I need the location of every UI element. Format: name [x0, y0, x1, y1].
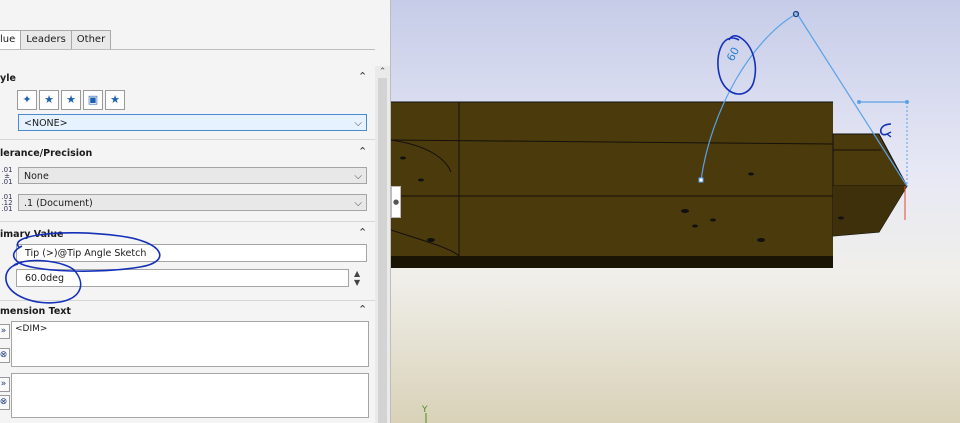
- y-axis-label: Y: [422, 405, 428, 415]
- markup-oval-name: [12, 232, 161, 272]
- part-body: [391, 102, 833, 268]
- markup-oval-value: [5, 259, 82, 304]
- angle-dimension-text[interactable]: 60: [724, 45, 742, 63]
- part-tip-lower: [833, 186, 907, 236]
- graphics-area[interactable]: 60 Y: [391, 0, 960, 423]
- part-bottom-edge: [391, 256, 833, 268]
- property-manager-panel: lue Leaders Other yle ⌃ ✦ ★ ★ ▣ ★ <NONE>…: [0, 0, 391, 423]
- model-view: 60: [391, 10, 909, 423]
- markup-annotations-panel: [5, 232, 161, 304]
- arc-handle[interactable]: [698, 177, 704, 183]
- markup-circle-angle: [717, 35, 757, 95]
- panel-splitter-handle[interactable]: ●: [391, 186, 401, 218]
